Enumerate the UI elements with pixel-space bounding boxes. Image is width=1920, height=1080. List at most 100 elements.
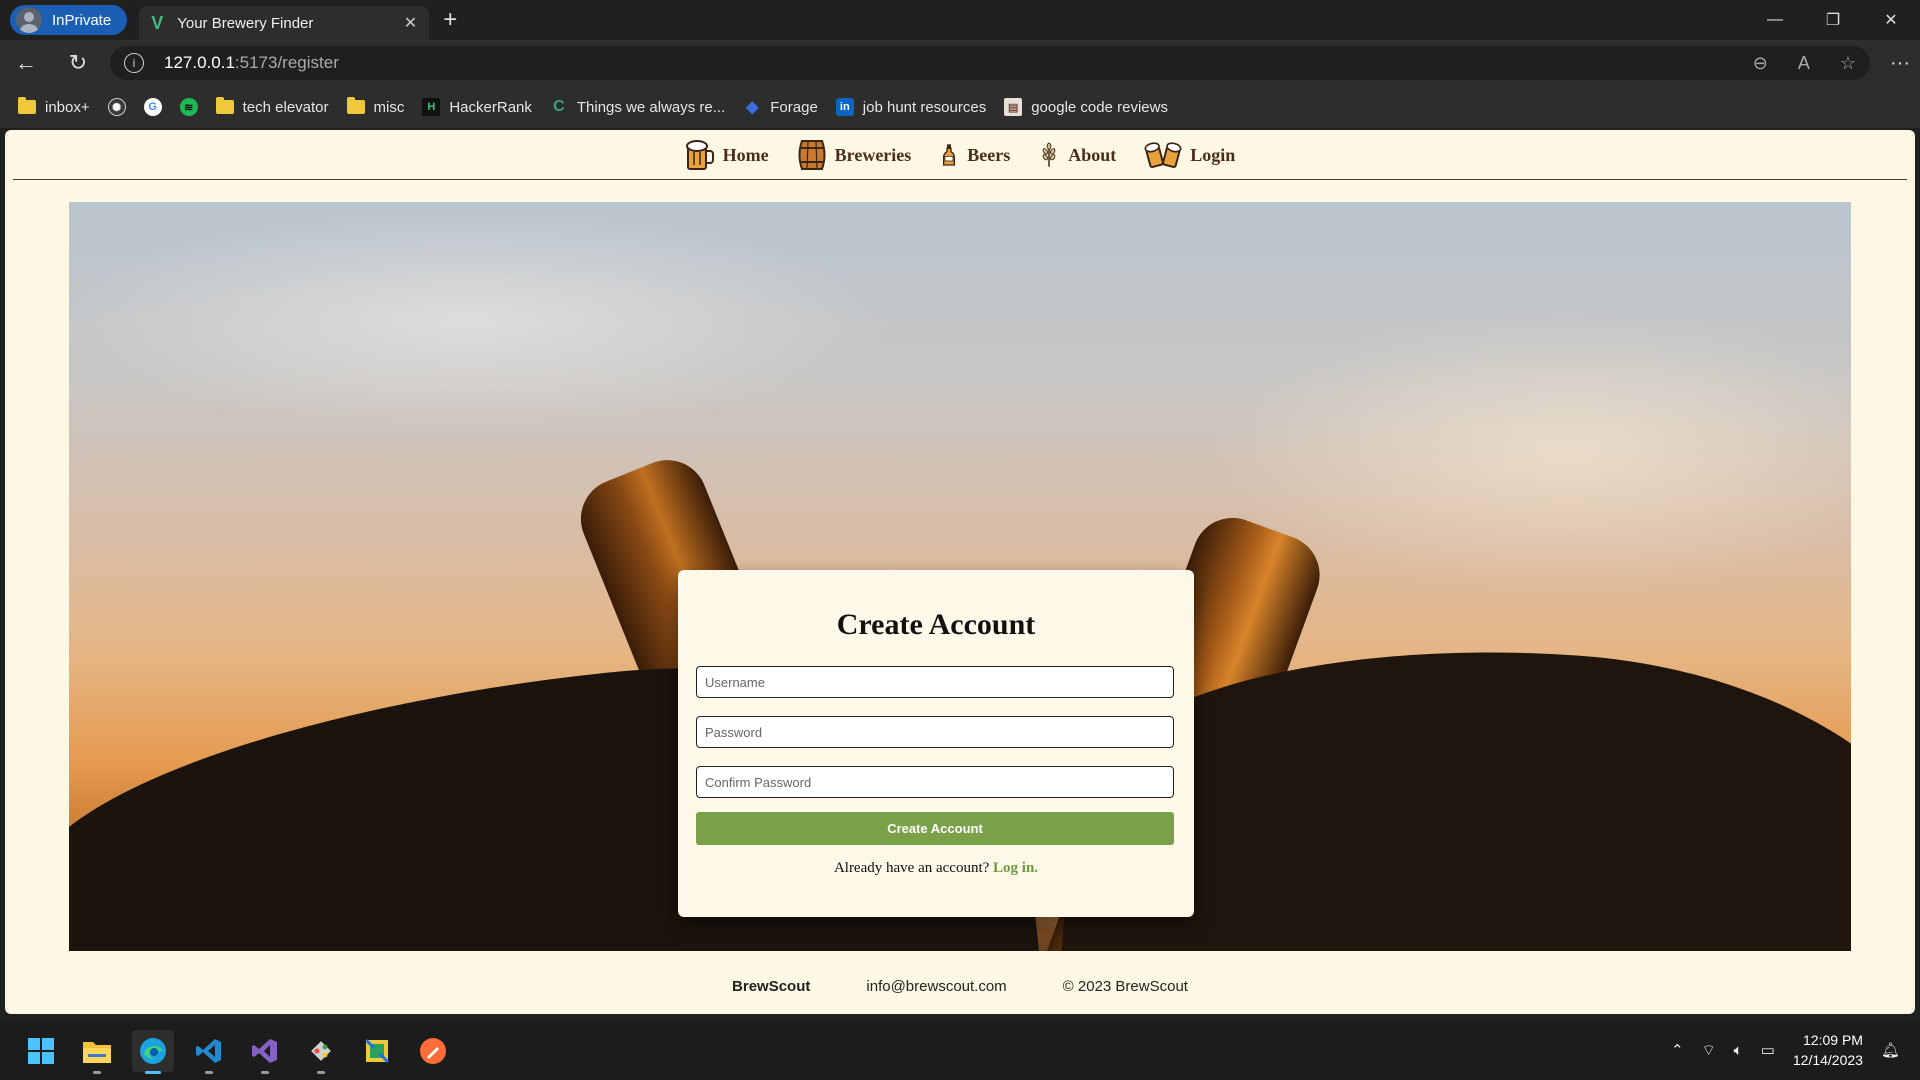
- bookmark-label: Forage: [770, 98, 818, 116]
- image-tool-icon: [364, 1038, 390, 1064]
- more-menu-icon[interactable]: ···: [1890, 52, 1910, 75]
- bookmark-hackerrank[interactable]: H HackerRank: [422, 98, 532, 116]
- login-link[interactable]: Log in.: [993, 860, 1038, 876]
- bookmark-things[interactable]: C Things we always re...: [550, 98, 725, 116]
- password-input[interactable]: [696, 716, 1174, 748]
- zoom-icon[interactable]: ⊖: [1753, 53, 1768, 74]
- bookmark-job-hunt[interactable]: in job hunt resources: [835, 98, 987, 116]
- battery-icon[interactable]: ▭: [1761, 1041, 1775, 1059]
- bookmark-tech-elevator[interactable]: tech elevator: [215, 97, 329, 116]
- start-button[interactable]: [20, 1030, 62, 1072]
- nav-about[interactable]: About: [1038, 138, 1116, 172]
- bookmark-spotify[interactable]: ≋: [179, 98, 198, 116]
- taskbar-edge[interactable]: [132, 1030, 174, 1074]
- bookmark-label: Things we always re...: [576, 98, 726, 116]
- beer-mug-icon: [685, 140, 714, 170]
- folder-icon: [346, 97, 365, 114]
- taskbar-postman[interactable]: [412, 1030, 454, 1072]
- page-viewport: Home Breweries Beers About Login Create …: [5, 130, 1915, 1014]
- edge-browser-icon: [140, 1038, 166, 1064]
- refresh-icon[interactable]: ↻: [52, 50, 104, 76]
- visual-studio-icon: [252, 1039, 277, 1063]
- volume-icon[interactable]: 🔈︎: [1734, 1042, 1743, 1059]
- vscode-icon: [196, 1039, 221, 1063]
- tab-title: Your Brewery Finder: [177, 14, 314, 32]
- close-tab-icon[interactable]: ✕: [404, 13, 417, 33]
- forage-icon: ◆: [746, 99, 759, 116]
- bookmark-chatgpt[interactable]: ✺: [107, 98, 126, 116]
- wheat-icon: [1042, 142, 1056, 167]
- nav-home[interactable]: Home: [685, 138, 769, 172]
- nav-breweries-label: Breweries: [834, 144, 912, 165]
- site-footer: BrewScout info@brewscout.com © 2023 Brew…: [5, 978, 1915, 995]
- bookmark-google[interactable]: G: [143, 98, 162, 116]
- spotify-icon: ≋: [179, 98, 198, 116]
- nav-home-label: Home: [722, 144, 769, 165]
- bookmark-label: inbox+: [45, 98, 90, 116]
- username-input[interactable]: [696, 666, 1174, 698]
- running-indicator: [261, 1071, 269, 1074]
- git-tool-icon: [311, 1041, 331, 1061]
- system-tray: ⌃ ⌔ 🔈︎ ▭ 12:09 PM 12/14/2023 🔔︎: [1671, 1030, 1900, 1070]
- nav-about-label: About: [1068, 144, 1117, 165]
- google-icon: G: [143, 98, 162, 116]
- browser-tab-active[interactable]: V Your Brewery Finder ✕: [139, 6, 430, 40]
- bookmark-forage[interactable]: ◆ Forage: [743, 98, 818, 117]
- nav-beers[interactable]: Beers: [939, 138, 1010, 172]
- nav-beers-label: Beers: [967, 144, 1011, 165]
- close-window-icon[interactable]: ✕: [1862, 0, 1920, 40]
- notifications-bell-icon[interactable]: 🔔︎: [1881, 1041, 1900, 1059]
- taskbar-visual-studio[interactable]: [244, 1030, 286, 1074]
- confirm-password-input[interactable]: [696, 766, 1174, 798]
- site-nav: Home Breweries Beers About Login: [5, 130, 1915, 180]
- inprivate-label: InPrivate: [52, 11, 112, 29]
- back-arrow-icon[interactable]: ←: [0, 50, 52, 76]
- vue-favicon-icon: V: [151, 12, 164, 33]
- nav-divider: [13, 179, 1907, 180]
- read-aloud-icon[interactable]: A: [1798, 53, 1810, 74]
- running-indicator: [205, 1071, 213, 1074]
- windows-logo-icon: [28, 1038, 54, 1064]
- create-account-button[interactable]: Create Account: [696, 812, 1174, 845]
- browser-tab-bar: InPrivate V Your Brewery Finder ✕ + — ❐ …: [0, 0, 1920, 40]
- postman-icon: [420, 1038, 446, 1064]
- bookmark-inbox[interactable]: inbox+: [18, 97, 90, 116]
- favorite-star-icon[interactable]: ☆: [1840, 53, 1856, 74]
- clock[interactable]: 12:09 PM 12/14/2023: [1793, 1030, 1863, 1070]
- nav-login-label: Login: [1190, 144, 1236, 165]
- bookmark-misc[interactable]: misc: [346, 97, 405, 116]
- footer-copyright: © 2023 BrewScout: [1062, 978, 1188, 995]
- bookmark-code-reviews[interactable]: ▤ google code reviews: [1004, 98, 1168, 116]
- beer-bottle-icon: [943, 144, 956, 166]
- browser-toolbar: ← ↻ i 127.0.0.1:5173/register ⊖ A ☆ ···: [0, 40, 1920, 86]
- register-title: Create Account: [836, 608, 1036, 641]
- show-hidden-icons-icon[interactable]: ⌃: [1671, 1041, 1684, 1059]
- restore-icon[interactable]: ❐: [1804, 0, 1862, 40]
- wifi-icon[interactable]: ⌔: [1702, 1041, 1716, 1060]
- site-icon: C: [553, 98, 565, 115]
- linkedin-icon: in: [835, 98, 854, 116]
- page-icon: ▤: [1004, 98, 1023, 116]
- running-indicator: [93, 1071, 101, 1074]
- cheers-icon: [1144, 142, 1182, 169]
- bookmark-label: misc: [373, 98, 405, 116]
- bookmark-label: job hunt resources: [862, 98, 987, 116]
- minimize-icon[interactable]: —: [1746, 0, 1804, 40]
- taskbar-file-explorer[interactable]: [76, 1030, 118, 1074]
- address-bar[interactable]: i 127.0.0.1:5173/register ⊖ A ☆: [110, 46, 1870, 80]
- profile-avatar-icon: [16, 7, 42, 33]
- register-card: Create Account Create Account Already ha…: [678, 570, 1194, 917]
- new-tab-icon[interactable]: +: [443, 6, 457, 34]
- site-info-icon[interactable]: i: [124, 53, 144, 73]
- file-explorer-icon: [83, 1042, 111, 1063]
- already-have-account-text: Already have an account?: [833, 860, 990, 876]
- taskbar-git-tool[interactable]: [300, 1030, 342, 1074]
- inprivate-profile-button[interactable]: InPrivate: [10, 5, 128, 35]
- url-path: :5173/register: [234, 53, 339, 72]
- hackerrank-icon: H: [422, 98, 441, 116]
- taskbar-vscode[interactable]: [188, 1030, 230, 1074]
- nav-login[interactable]: Login: [1144, 138, 1235, 172]
- nav-breweries[interactable]: Breweries: [797, 138, 912, 172]
- taskbar-image-tool[interactable]: [356, 1030, 398, 1072]
- footer-email[interactable]: info@brewscout.com: [866, 978, 1006, 995]
